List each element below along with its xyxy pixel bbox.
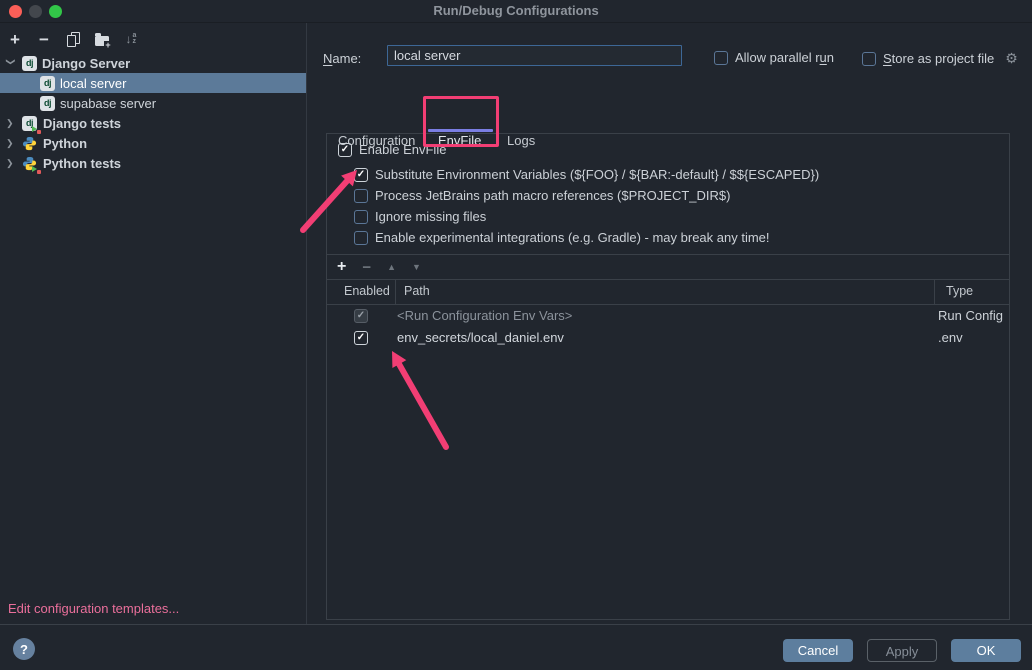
new-folder-button[interactable]: + — [93, 30, 111, 48]
checkbox-icon[interactable] — [714, 51, 728, 65]
checkbox-icon[interactable] — [862, 52, 876, 66]
sidebar-toolbar: + − + ↓ az — [0, 27, 140, 51]
tree-item-local-server[interactable]: dj local server — [0, 73, 306, 93]
add-configuration-button[interactable]: + — [6, 30, 24, 48]
tree-item-supabase-server[interactable]: dj supabase server — [0, 93, 306, 113]
checkbox-icon[interactable] — [354, 189, 368, 203]
table-row[interactable]: ✓ <Run Configuration Env Vars> Run Confi… — [327, 305, 1009, 327]
checkbox-checked-icon[interactable]: ✓ — [354, 168, 368, 182]
tree-item-label: Django tests — [43, 116, 121, 131]
allow-parallel-run-label: Allow parallel run — [735, 50, 834, 65]
copy-icon — [67, 32, 79, 46]
process-path-macro-label: Process JetBrains path macro references … — [375, 188, 730, 203]
cancel-button[interactable]: Cancel — [783, 639, 853, 662]
tree-item-label: Django Server — [42, 56, 130, 71]
minus-icon: − — [39, 31, 49, 48]
remove-file-button[interactable]: − — [362, 260, 371, 275]
checkbox-icon[interactable] — [354, 231, 368, 245]
checkbox-checked-disabled-icon: ✓ — [354, 309, 368, 323]
checkbox-checked-icon[interactable]: ✓ — [338, 143, 352, 157]
enable-envfile-label: Enable EnvFile — [359, 142, 446, 157]
apply-button[interactable]: Apply — [867, 639, 937, 662]
tree-item-label: supabase server — [60, 96, 156, 111]
new-folder-icon: + — [95, 36, 109, 46]
tree-item-django-tests[interactable]: ❯ dj Django tests — [0, 113, 306, 133]
enable-envfile-checkbox[interactable]: ✓ Enable EnvFile — [338, 142, 446, 157]
tree-item-label: Python tests — [43, 156, 121, 171]
row-type: .env — [938, 330, 963, 345]
plus-icon: + — [10, 31, 20, 48]
sidebar: + − + ↓ az ❯ dj Django Server dj local s… — [0, 23, 306, 624]
footer: ? Cancel Apply OK — [0, 625, 1032, 670]
django-icon: dj — [22, 56, 37, 71]
move-up-button[interactable]: ▲ — [387, 263, 396, 272]
selected-tab-underline — [428, 129, 493, 132]
move-down-button[interactable]: ▼ — [412, 263, 421, 272]
sort-configurations-button[interactable]: ↓ az — [122, 30, 140, 48]
ignore-missing-files-checkbox[interactable]: Ignore missing files — [354, 209, 486, 224]
column-header-type[interactable]: Type — [946, 284, 973, 298]
window-title: Run/Debug Configurations — [0, 3, 1032, 18]
remove-configuration-button[interactable]: − — [35, 30, 53, 48]
allow-parallel-run-checkbox[interactable]: Allow parallel run — [714, 50, 834, 65]
substitute-env-vars-label: Substitute Environment Variables (${FOO}… — [375, 167, 819, 182]
ok-button[interactable]: OK — [951, 639, 1021, 662]
add-file-button[interactable]: + — [337, 259, 346, 275]
titlebar: Run/Debug Configurations — [0, 0, 1032, 23]
experimental-integrations-label: Enable experimental integrations (e.g. G… — [375, 230, 770, 245]
row-path: <Run Configuration Env Vars> — [397, 308, 572, 323]
process-path-macro-checkbox[interactable]: Process JetBrains path macro references … — [354, 188, 730, 203]
django-tests-icon: dj — [22, 116, 37, 131]
substitute-env-vars-checkbox[interactable]: ✓ Substitute Environment Variables (${FO… — [354, 167, 819, 182]
ignore-missing-files-label: Ignore missing files — [375, 209, 486, 224]
row-path: env_secrets/local_daniel.env — [397, 330, 564, 345]
store-as-project-file-checkbox[interactable]: Store as project file ⚙ — [862, 50, 1018, 67]
name-input[interactable] — [387, 45, 682, 66]
chevron-right-icon[interactable]: ❯ — [6, 133, 16, 153]
envfile-table-header: Enabled Path Type — [327, 280, 1009, 305]
tree-item-python[interactable]: ❯ Python — [0, 133, 306, 153]
chevron-down-icon[interactable]: ❯ — [1, 58, 21, 68]
tree-item-django-server[interactable]: ❯ dj Django Server — [0, 53, 306, 73]
column-divider — [934, 280, 935, 304]
experimental-integrations-checkbox[interactable]: Enable experimental integrations (e.g. G… — [354, 230, 770, 245]
chevron-right-icon[interactable]: ❯ — [6, 113, 16, 133]
python-tests-icon — [22, 156, 37, 171]
django-icon: dj — [40, 76, 55, 91]
gear-icon[interactable]: ⚙ — [1005, 50, 1018, 67]
table-row[interactable]: ✓ env_secrets/local_daniel.env .env — [327, 327, 1009, 349]
row-type: Run Config — [938, 308, 1003, 323]
name-label: Name: — [323, 51, 361, 66]
checkbox-icon[interactable] — [354, 210, 368, 224]
run-debug-configurations-dialog: Run/Debug Configurations + − + ↓ az ❯ dj… — [0, 0, 1032, 670]
chevron-right-icon[interactable]: ❯ — [6, 153, 16, 173]
store-as-project-file-label: Store as project file — [883, 51, 994, 66]
tree-item-label: Python — [43, 136, 87, 151]
tree-item-python-tests[interactable]: ❯ Python tests — [0, 153, 306, 173]
tree-item-label: local server — [60, 76, 126, 91]
column-divider — [395, 280, 396, 304]
main-panel: Name: Allow parallel run Store as projec… — [307, 22, 1032, 624]
python-icon — [22, 136, 37, 151]
copy-configuration-button[interactable] — [64, 30, 82, 48]
envfile-table-toolbar: + − ▲ ▼ — [327, 254, 1009, 280]
envfile-table: + − ▲ ▼ Enabled Path Type ✓ <Run Configu… — [327, 254, 1009, 349]
sort-icon: ↓ az — [126, 33, 137, 45]
checkbox-checked-icon[interactable]: ✓ — [354, 331, 368, 345]
django-icon: dj — [40, 96, 55, 111]
edit-configuration-templates-link[interactable]: Edit configuration templates... — [8, 601, 179, 616]
column-header-enabled[interactable]: Enabled — [344, 284, 390, 298]
envfile-tab-content: ✓ Enable EnvFile ✓ Substitute Environmen… — [326, 133, 1010, 620]
help-button[interactable]: ? — [13, 638, 35, 660]
column-header-path[interactable]: Path — [404, 284, 430, 298]
